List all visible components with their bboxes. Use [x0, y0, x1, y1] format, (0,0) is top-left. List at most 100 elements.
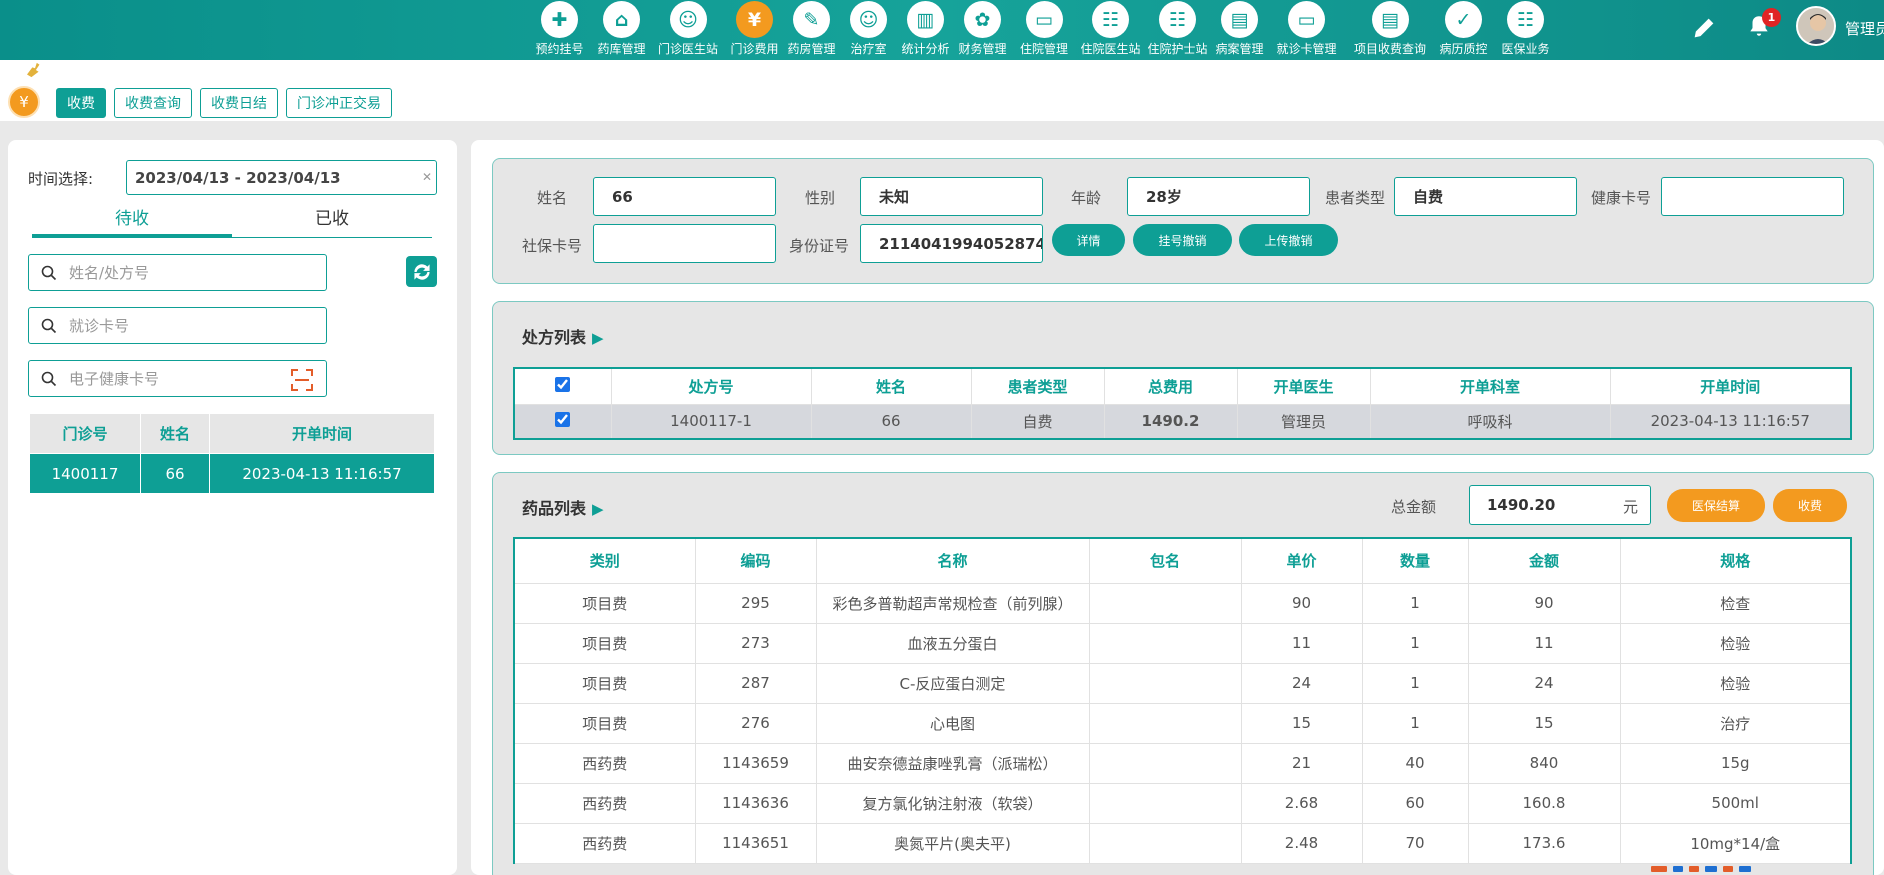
patient-type-field[interactable]: 自费 [1394, 177, 1577, 216]
search-card-input[interactable] [69, 314, 299, 338]
scan-icon[interactable] [290, 368, 314, 392]
nav-item-12[interactable]: ▭ 就诊卡管理 [1268, 0, 1345, 60]
social-card-field[interactable] [593, 224, 776, 263]
nav-item-label: 药库管理 [597, 42, 646, 56]
shield-icon: ✓ [1445, 1, 1482, 38]
gender-field[interactable]: 未知 [860, 177, 1043, 216]
cell-outpatient-no: 1400117 [29, 453, 141, 494]
search-card-field[interactable] [28, 307, 327, 344]
nav-item-4[interactable]: ✎ 药房管理 [783, 0, 840, 60]
insurance-settle-button[interactable]: 医保结算 [1667, 489, 1765, 522]
table-row[interactable]: 1400117 66 2023-04-13 11:16:57 [29, 453, 435, 494]
nav-item-14[interactable]: ✓ 病历质控 [1435, 0, 1492, 60]
pencil-icon[interactable] [1690, 14, 1718, 42]
nav-item-label: 统计分析 [901, 42, 950, 56]
drug-col-7: 规格 [1620, 538, 1852, 584]
subtab-1[interactable]: 收费查询 [114, 88, 192, 118]
drug-cell: 1 [1362, 583, 1469, 624]
drug-cell: 90 [1241, 583, 1363, 624]
search-health-card-field[interactable] [28, 360, 327, 397]
refresh-icon [413, 263, 430, 280]
subtab-2[interactable]: 收费日结 [200, 88, 278, 118]
subtab-0[interactable]: 收费 [56, 88, 106, 118]
name-field[interactable]: 66 [593, 177, 776, 216]
tab-received[interactable]: 已收 [232, 200, 432, 237]
insurance-icon: ☷ [1507, 1, 1544, 38]
main-nav: ✚ 预约挂号 ⌂ 药库管理 ☺ 门诊医生站 ¥ 门诊费用 ✎ 药房管理 ☺ 治疗室 ▥ 统计分析 ✿ 财务管理… [526, 0, 1559, 60]
notification-badge: 1 [1762, 8, 1781, 27]
drug-cell [1089, 583, 1242, 624]
nav-glyph: ▥ [916, 8, 935, 31]
drug-list-title: 药品列表 ▶ [522, 495, 604, 519]
age-field[interactable]: 28岁 [1127, 177, 1310, 216]
table-row[interactable]: 项目费 295 彩色多普勒超声常规检查（前列腺） 90 1 90 检查 [514, 583, 1852, 624]
drug-cell [1089, 783, 1242, 824]
charge-button[interactable]: 收费 [1773, 489, 1847, 522]
search-name-input[interactable] [69, 261, 299, 285]
search-name-field[interactable] [28, 254, 327, 291]
detail-button[interactable]: 详情 [1052, 224, 1125, 256]
nav-item-8[interactable]: ▭ 住院管理 [1011, 0, 1077, 60]
drug-cell: 1 [1362, 703, 1469, 744]
nav-item-9[interactable]: ☷ 住院医生站 [1077, 0, 1144, 60]
subtab-3[interactable]: 门诊冲正交易 [286, 88, 392, 118]
drug-cell: 血液五分蛋白 [816, 623, 1090, 664]
nav-item-11[interactable]: ▤ 病案管理 [1211, 0, 1268, 60]
drug-cell: 西药费 [514, 743, 696, 784]
username[interactable]: 管理员 [1845, 18, 1884, 39]
table-row[interactable]: 项目费 276 心电图 15 1 15 治疗 [514, 703, 1852, 744]
row-checkbox[interactable] [555, 411, 571, 427]
cell-order-time: 2023-04-13 11:16:57 [1610, 404, 1852, 439]
nav-item-0[interactable]: ✚ 预约挂号 [526, 0, 593, 60]
refresh-button[interactable] [406, 256, 437, 287]
clear-icon[interactable]: ✕ [422, 170, 432, 184]
health-card-field[interactable] [1661, 177, 1844, 216]
avatar[interactable] [1796, 6, 1836, 46]
notification-button[interactable]: 1 [1746, 8, 1781, 44]
cell-name: 66 [811, 404, 972, 439]
nav-item-6[interactable]: ▥ 统计分析 [897, 0, 954, 60]
record-icon: ▤ [1221, 1, 1258, 38]
table-row[interactable]: 项目费 287 C-反应蛋白测定 24 1 24 检验 [514, 663, 1852, 704]
nav-item-label: 药房管理 [787, 42, 836, 56]
nav-item-1[interactable]: ⌂ 药库管理 [593, 0, 650, 60]
upload-cancel-button[interactable]: 上传撤销 [1239, 224, 1338, 256]
search-icon [41, 318, 57, 334]
chart-icon: ▥ [907, 1, 944, 38]
table-row[interactable]: 项目费 273 血液五分蛋白 11 1 11 检验 [514, 623, 1852, 664]
drug-cell: 2.48 [1241, 823, 1363, 864]
yen-coin-icon: ¥ [8, 86, 40, 118]
date-range-input[interactable]: 2023/04/13 - 2023/04/13 ✕ [126, 160, 437, 195]
nav-item-7[interactable]: ✿ 财务管理 [954, 0, 1011, 60]
cancel-registration-button[interactable]: 挂号撤销 [1133, 224, 1232, 256]
col-prescription-no: 处方号 [611, 368, 812, 405]
total-amount-field[interactable]: 1490.20 元 [1469, 485, 1651, 525]
nav-glyph: ✓ [1455, 8, 1472, 31]
select-all-checkbox[interactable] [555, 376, 571, 392]
id-number-field[interactable]: 2114041994052874 [860, 224, 1043, 263]
prescription-title-text: 处方列表 [522, 328, 587, 347]
drug-cell: 西药费 [514, 783, 696, 824]
drug-cell: 295 [695, 583, 817, 624]
tab-pending[interactable]: 待收 [32, 200, 232, 237]
nav-item-10[interactable]: ☷ 住院护士站 [1144, 0, 1211, 60]
cell-doctor: 管理员 [1237, 404, 1371, 439]
nav-item-2[interactable]: ☺ 门诊医生站 [650, 0, 726, 60]
nav-item-label: 预约挂号 [535, 42, 584, 56]
col-name: 姓名 [140, 413, 210, 454]
nav-item-3[interactable]: ¥ 门诊费用 [726, 0, 783, 60]
nav-item-15[interactable]: ☷ 医保业务 [1492, 0, 1559, 60]
table-row[interactable]: 西药费 1143659 曲安奈德益康唑乳膏（派瑞松） 21 40 840 15g [514, 743, 1852, 784]
prescription-table: 处方号 姓名 患者类型 总费用 开单医生 开单科室 开单时间 1400117-1… [513, 367, 1852, 440]
table-row[interactable]: 1400117-1 66 自费 1490.2 管理员 呼吸科 2023-04-1… [514, 404, 1852, 439]
table-row[interactable]: 西药费 1143636 复方氯化钠注射液（软袋） 2.68 60 160.8 500ml [514, 783, 1852, 824]
social-card-label: 社保卡号 [522, 237, 583, 255]
nav-item-5[interactable]: ☺ 治疗室 [840, 0, 897, 60]
table-row[interactable]: 西药费 1143651 奥氮平片(奥夫平) 2.48 70 173.6 10mg*14/盒 [514, 823, 1852, 864]
nav-glyph: ✚ [551, 8, 568, 31]
search-health-card-input[interactable] [69, 367, 299, 391]
broom-icon[interactable] [26, 62, 44, 78]
drug-cell: 500ml [1620, 783, 1852, 824]
nav-item-13[interactable]: ▤ 项目收费查询 [1345, 0, 1435, 60]
col-department: 开单科室 [1370, 368, 1611, 405]
